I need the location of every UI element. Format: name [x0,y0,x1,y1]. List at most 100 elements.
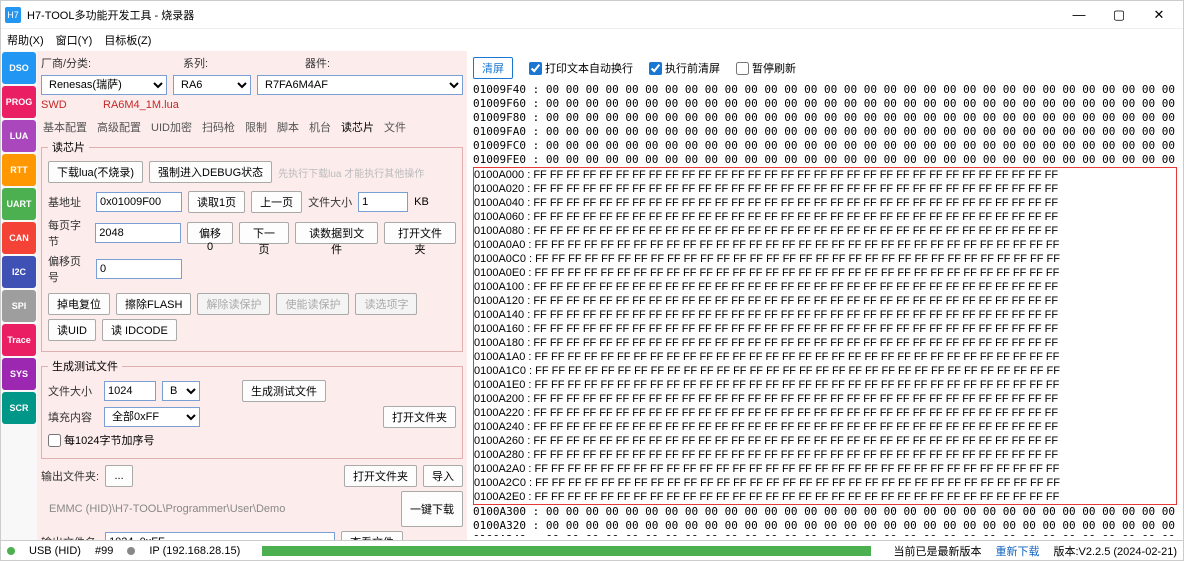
read-uid-button[interactable]: 读UID [48,319,96,341]
out-path: EMMC (HID)\H7-TOOL\Programmer\User\Demo [41,503,285,515]
left-panel: 厂商/分类: 系列: 器件: Renesas(瑞萨) RA6 R7FA6M4AF… [37,51,467,540]
unlock-read-button: 解除读保护 [197,293,270,315]
enable-read-button: 使能读保护 [276,293,349,315]
browse-button[interactable]: ... [105,465,133,487]
version-label: 版本:V2.2.5 (2024-02-21) [1053,543,1177,559]
offset-page-label: 偏移页号 [48,253,90,285]
menu-help[interactable]: 帮助(X) [7,32,44,48]
menu-target[interactable]: 目标板(Z) [104,32,151,48]
import-button[interactable]: 导入 [423,465,463,487]
one-click-download-button[interactable]: 一键下载 [401,491,463,527]
series-select[interactable]: RA6 [173,75,251,95]
ip-label: IP (192.168.28.15) [149,545,240,557]
sidebar-item-prog[interactable]: PROG [2,86,36,118]
out-name-input[interactable] [105,532,335,540]
hex-toolbar: 清屏 打印文本自动换行 执行前清屏 暂停刷新 [471,55,1179,81]
sidebar-item-i2c[interactable]: I2C [2,256,36,288]
status-msg: 当前已是最新版本 [893,543,981,559]
maximize-button[interactable]: ▢ [1099,2,1139,28]
sidebar-item-lua[interactable]: LUA [2,120,36,152]
sidebar-item-uart[interactable]: UART [2,188,36,220]
hint-text: 先执行下载lua 才能执行其他操作 [278,165,424,180]
auto-wrap-checkbox[interactable]: 打印文本自动换行 [529,60,633,76]
redownload-link[interactable]: 重新下载 [995,543,1039,559]
seq-checkbox[interactable]: 每1024字节加序号 [48,432,154,448]
close-button[interactable]: ✕ [1139,2,1179,28]
gen-size-input[interactable] [104,381,156,401]
usb-label: USB (HID) [29,545,81,557]
view-file-button[interactable]: 查看文件 [341,531,403,540]
next-page-button[interactable]: 下一页 [239,222,289,244]
gen-size-label: 文件大小 [48,383,98,399]
tab-2[interactable]: UID加密 [151,119,192,135]
sidebar-item-spi[interactable]: SPI [2,290,36,322]
offset0-button[interactable]: 偏移0 [187,222,233,244]
right-panel: 清屏 打印文本自动换行 执行前清屏 暂停刷新 01009F40 : 00 00 … [467,51,1183,540]
sidebar-item-scr[interactable]: SCR [2,392,36,424]
out-folder-label: 输出文件夹: [41,468,99,484]
offset-page-input[interactable] [96,259,182,279]
gen-test-group: 生成测试文件 文件大小 B 生成测试文件 填充内容 全部0xFF 打开文件夹 每… [41,358,463,459]
series-label: 系列: [183,55,213,71]
tab-1[interactable]: 高级配置 [97,119,141,135]
vendor-select[interactable]: Renesas(瑞萨) [41,75,167,95]
script-label: RA6M4_1M.lua [103,99,179,111]
sidebar-item-can[interactable]: CAN [2,222,36,254]
tab-3[interactable]: 扫码枪 [202,119,235,135]
open-folder-button[interactable]: 打开文件夹 [384,222,456,244]
window-title: H7-TOOL多功能开发工具 - 烧录器 [27,7,1059,23]
pause-checkbox[interactable]: 暂停刷新 [736,60,796,76]
tab-6[interactable]: 机台 [309,119,331,135]
erase-flash-button[interactable]: 擦除FLASH [116,293,191,315]
clear-button[interactable]: 清屏 [473,57,513,79]
kb-label: KB [414,196,429,208]
usb-status-icon [7,547,15,555]
hex-dump: 01009F40 : 00 00 00 00 00 00 00 00 00 00… [471,81,1179,536]
sidebar: DSOPROGLUARTTUARTCANI2CSPITraceSYSSCR [1,51,37,540]
base-addr-label: 基地址 [48,194,90,210]
app-icon: H7 [5,7,21,23]
gen-test-legend: 生成测试文件 [48,358,122,374]
titlebar: H7 H7-TOOL多功能开发工具 - 烧录器 — ▢ ✕ [1,1,1183,29]
open-out-folder-button[interactable]: 打开文件夹 [344,465,417,487]
gen-file-button[interactable]: 生成测试文件 [242,380,326,402]
tab-7[interactable]: 读芯片 [341,119,374,135]
fill-select[interactable]: 全部0xFF [104,407,200,427]
tab-0[interactable]: 基本配置 [43,119,87,135]
device-select[interactable]: R7FA6M4AF [257,75,463,95]
sidebar-item-dso[interactable]: DSO [2,52,36,84]
minimize-button[interactable]: — [1059,2,1099,28]
page-bytes-label: 每页字节 [48,217,89,249]
read-page-button[interactable]: 读取1页 [188,191,245,213]
sidebar-item-rtt[interactable]: RTT [2,154,36,186]
statusbar: USB (HID) #99 IP (192.168.28.15) 当前已是最新版… [1,540,1183,560]
page-bytes-input[interactable] [95,223,181,243]
tab-8[interactable]: 文件 [384,119,406,135]
sidebar-item-trace[interactable]: Trace [2,324,36,356]
read-idcode-button[interactable]: 读 IDCODE [102,319,177,341]
tab-4[interactable]: 限制 [245,119,267,135]
swd-label: SWD [41,99,97,111]
prev-page-button[interactable]: 上一页 [251,191,302,213]
ip-status-icon [127,547,135,555]
power-reset-button[interactable]: 掉电复位 [48,293,110,315]
gen-open-folder-button[interactable]: 打开文件夹 [383,406,456,428]
sidebar-item-sys[interactable]: SYS [2,358,36,390]
read-to-file-button[interactable]: 读数据到文件 [295,222,378,244]
force-debug-button[interactable]: 强制进入DEBUG状态 [149,161,272,183]
menubar: 帮助(X) 窗口(Y) 目标板(Z) [1,29,1183,51]
fill-label: 填充内容 [48,409,98,425]
menu-window[interactable]: 窗口(Y) [56,32,93,48]
progress-bar [262,546,871,556]
base-addr-input[interactable] [96,192,182,212]
read-chip-group: 读芯片 下载lua(不烧录) 强制进入DEBUG状态 先执行下载lua 才能执行… [41,139,463,352]
download-lua-button[interactable]: 下载lua(不烧录) [48,161,143,183]
device-label: 器件: [305,55,330,71]
tab-5[interactable]: 脚本 [277,119,299,135]
read-option-button: 读选项字 [355,293,417,315]
gen-unit-select[interactable]: B [162,381,200,401]
read-chip-legend: 读芯片 [48,139,89,155]
tab-bar: 基本配置高级配置 UID加密扫码枪限制脚本机台读芯片文件 [41,115,463,139]
file-size-input[interactable] [358,192,408,212]
pre-clear-checkbox[interactable]: 执行前清屏 [649,60,720,76]
